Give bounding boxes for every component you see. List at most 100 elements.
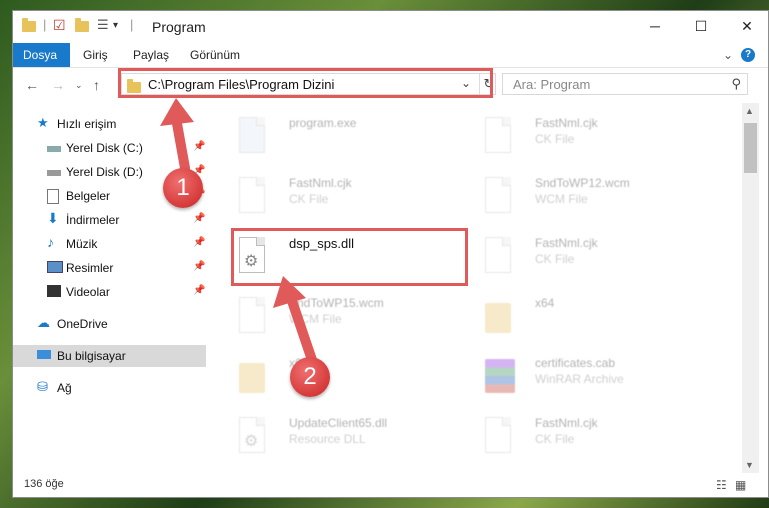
file-item[interactable]: ⚙ UpdateClient65.dll Resource DLL [209, 409, 449, 469]
tab-paylas[interactable]: Paylaş [123, 43, 179, 67]
video-icon [47, 285, 61, 297]
nav-item-label: Hızlı erişim [57, 117, 117, 131]
nav-item-quick-access[interactable]: ★ Hızlı erişim [13, 113, 206, 135]
file-type: CK File [535, 252, 575, 266]
file-list: program.exe FastNml.cjk CK File FastNml.… [209, 103, 742, 473]
nav-item-label: Müzik [66, 237, 98, 251]
pin-icon: 📌 [193, 237, 206, 248]
file-item[interactable]: FastNml.cjk CK File [455, 229, 695, 289]
drive-icon [47, 170, 61, 176]
computer-icon [37, 350, 51, 359]
status-bar: 136 öğe ☷ ▦ [13, 473, 768, 497]
nav-item-music[interactable]: ♪ Müzik 📌 [13, 233, 206, 255]
nav-item-label: Resimler [66, 261, 114, 275]
file-name: FastNml.cjk [535, 116, 598, 130]
nav-item-onedrive[interactable]: ☁ OneDrive [13, 313, 206, 335]
properties-icon[interactable]: ☑ [53, 17, 66, 35]
nav-item-this-pc[interactable]: Bu bilgisayar [13, 345, 206, 367]
file-item[interactable]: FastNml.cjk CK File [455, 109, 695, 169]
file-type: Resource DLL [289, 432, 366, 446]
qat-dropdown-icon[interactable]: ▾ [113, 20, 118, 38]
forward-button[interactable]: → [51, 77, 65, 93]
nav-item-disk-c[interactable]: Yerel Disk (C:) 📌 [13, 137, 206, 159]
exe-icon [239, 117, 269, 155]
folder-icon [485, 297, 515, 335]
close-button[interactable]: ✕ [724, 11, 768, 41]
address-highlight-box [118, 68, 493, 98]
item-count: 136 öğe [24, 478, 64, 490]
scroll-thumb[interactable] [744, 123, 757, 173]
file-item[interactable]: program.exe [209, 109, 449, 169]
maximize-button[interactable]: ☐ [678, 11, 724, 41]
file-name: certificates.cab [535, 356, 616, 370]
file-name: FastNml.cjk [535, 236, 598, 250]
up-button[interactable]: ↑ [93, 77, 100, 93]
file-icon [485, 117, 515, 155]
ribbon-expand-icon[interactable]: ⌄ [713, 43, 743, 67]
file-type: WCM File [289, 312, 342, 326]
nav-item-label: İndirmeler [66, 213, 120, 227]
title-bar: | ☑ ☰ ▾ | Program ─ ☐ ✕ [13, 11, 768, 43]
tab-giris[interactable]: Giriş [73, 43, 118, 67]
nav-item-network[interactable]: ⛁ Ağ [13, 377, 206, 399]
file-type: CK File [535, 132, 575, 146]
nav-item-pictures[interactable]: Resimler 📌 [13, 257, 206, 279]
file-name: FastNml.cjk [289, 176, 352, 190]
file-type: WinRAR Archive [535, 372, 624, 386]
tab-dosya[interactable]: Dosya [13, 43, 70, 67]
file-highlight-box [231, 228, 468, 286]
scroll-down-icon[interactable]: ▼ [745, 460, 754, 470]
file-icon [485, 237, 515, 275]
recent-dropdown-icon[interactable]: ⌄ [75, 80, 83, 91]
file-icon [239, 177, 269, 215]
network-icon: ⛁ [37, 379, 48, 394]
file-item[interactable]: x64 [455, 289, 695, 349]
vertical-scrollbar[interactable]: ▲ ▼ [742, 103, 759, 473]
details-view-icon[interactable]: ☷ [716, 478, 727, 492]
nav-item-label: Ağ [57, 381, 72, 395]
step-badge-2: 2 [290, 357, 330, 397]
separator: | [43, 17, 47, 32]
window-title: Program [152, 19, 206, 35]
file-item[interactable]: SndToWP15.wcm WCM File [209, 289, 449, 349]
file-name: program.exe [289, 116, 357, 130]
tab-gorunum[interactable]: Görünüm [180, 43, 250, 67]
nav-item-downloads[interactable]: ⬇ İndirmeler 📌 [13, 209, 206, 231]
help-icon[interactable]: ? [741, 48, 755, 62]
file-item[interactable]: SndToWP12.wcm WCM File [455, 169, 695, 229]
file-type: CK File [289, 192, 329, 206]
file-item[interactable]: FastNml.cjk CK File [209, 169, 449, 229]
nav-item-label: Videolar [66, 285, 110, 299]
nav-item-label: OneDrive [57, 317, 108, 331]
search-box[interactable]: Ara: Program ⚲ [502, 73, 748, 95]
search-input[interactable]: Ara: Program [513, 77, 590, 92]
back-button[interactable]: ← [25, 77, 39, 93]
file-name: x64 [535, 296, 555, 310]
dll-gear-icon: ⚙ [239, 417, 269, 455]
documents-icon [47, 189, 59, 204]
file-name: UpdateClient65.dll [289, 416, 388, 430]
file-item[interactable]: FastNml.cjk CK File [455, 409, 695, 469]
music-icon: ♪ [47, 234, 54, 250]
navigation-pane: ★ Hızlı erişim Yerel Disk (C:) 📌 Yerel D… [13, 106, 206, 471]
pin-icon: 📌 [193, 141, 206, 152]
cloud-icon: ☁ [37, 315, 50, 330]
file-name: SndToWP15.wcm [289, 296, 384, 310]
file-name: SndToWP12.wcm [535, 176, 630, 190]
file-item[interactable]: certificates.cab WinRAR Archive [455, 349, 695, 409]
scroll-up-icon[interactable]: ▲ [745, 106, 754, 116]
file-icon [239, 297, 269, 335]
file-type: WCM File [535, 192, 588, 206]
customize-icon[interactable]: ☰ [97, 17, 109, 35]
separator: | [130, 17, 134, 32]
search-icon[interactable]: ⚲ [731, 76, 741, 92]
nav-item-label: Belgeler [66, 189, 111, 203]
minimize-button[interactable]: ─ [632, 11, 678, 41]
nav-item-videos[interactable]: Videolar 📌 [13, 281, 206, 303]
file-icon [485, 177, 515, 215]
large-icons-view-icon[interactable]: ▦ [735, 478, 746, 492]
folder-icon [22, 18, 36, 38]
new-folder-icon[interactable] [75, 18, 89, 38]
pin-icon: 📌 [193, 261, 206, 272]
star-icon: ★ [37, 115, 49, 130]
